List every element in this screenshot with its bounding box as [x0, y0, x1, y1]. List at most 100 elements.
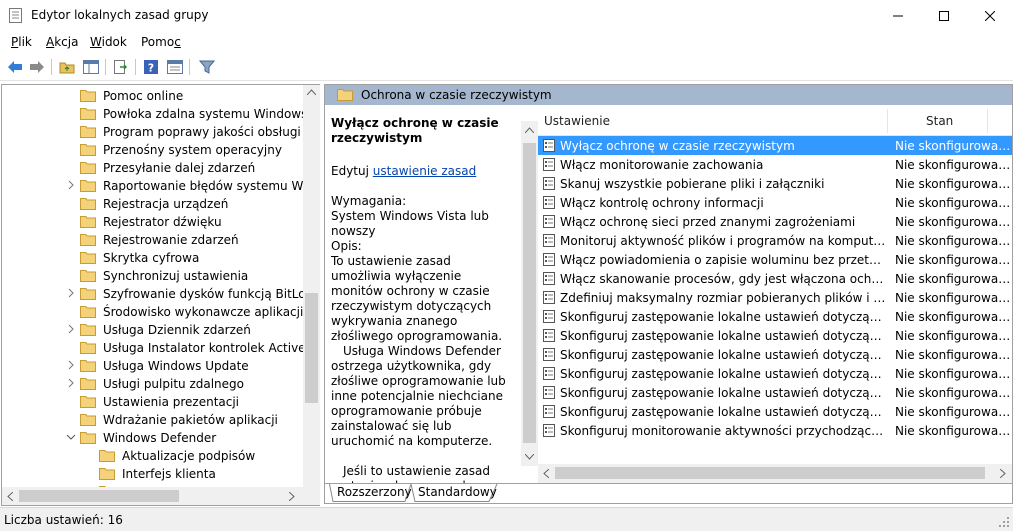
table-row[interactable]: Wyłącz ochronę w czasie rzeczywistym Nie … [538, 136, 1012, 155]
description-text: Jeśli to ustawienie zasad zostanie włącz… [331, 464, 490, 483]
tree-hscroll-thumb[interactable] [19, 490, 179, 502]
tree-horizontal-scrollbar[interactable] [2, 487, 320, 505]
table-row[interactable]: Skonfiguruj zastępowanie lokalne ustawie… [538, 345, 1012, 364]
tree-item[interactable]: Przesyłanie dalej zdarzeń [2, 159, 302, 177]
properties-button[interactable] [165, 57, 185, 77]
table-row[interactable]: Skonfiguruj zastępowanie lokalne ustawie… [538, 307, 1012, 326]
scroll-right-icon[interactable] [1000, 469, 1006, 478]
scroll-left-icon[interactable] [543, 469, 549, 478]
minimize-button[interactable] [875, 0, 921, 31]
tree-item[interactable]: Rejestracja urządzeń [2, 195, 302, 213]
tree-item[interactable]: Wdrażanie pakietów aplikacji [2, 411, 302, 429]
scroll-up-icon[interactable] [307, 89, 316, 95]
table-row[interactable]: Skonfiguruj zastępowanie lokalne ustawie… [538, 326, 1012, 345]
menu-action[interactable]: Akcja [46, 35, 78, 49]
tree-item[interactable]: Środowisko wykonawcze aplikacji [2, 303, 303, 321]
setting-name: Włącz ochronę sieci przed znanymi zagroż… [560, 215, 856, 229]
table-row[interactable]: Skonfiguruj zastępowanie lokalne ustawie… [538, 364, 1012, 383]
table-row[interactable]: Skanuj wszystkie pobierane pliki i załąc… [538, 174, 1012, 193]
menu-file[interactable]: Plik [11, 35, 32, 49]
tree-item[interactable]: Skrytka cyfrowa [2, 249, 302, 267]
table-row[interactable]: Zdefiniuj maksymalny rozmiar pobieranych… [538, 288, 1012, 307]
tree-item[interactable]: Przenośny system operacyjny [2, 141, 302, 159]
forward-button[interactable] [27, 57, 47, 77]
policy-setting-icon [543, 329, 555, 342]
policy-setting-icon [543, 367, 555, 380]
tree-item[interactable]: Program poprawy jakości obsługi klientów [2, 123, 320, 141]
resize-grip-icon[interactable] [998, 516, 1010, 528]
chevron-right-icon[interactable] [66, 378, 76, 388]
tree-item[interactable]: Usługa Windows Update [2, 357, 302, 375]
chevron-right-icon[interactable] [66, 180, 76, 190]
tree-item[interactable]: Pomoc online [2, 87, 302, 105]
table-row[interactable]: Skonfiguruj monitorowanie aktywności prz… [538, 421, 1012, 440]
column-header-setting[interactable]: Ustawienie [544, 114, 610, 128]
tree-item[interactable]: Powłoka zdalna systemu Windows [2, 105, 307, 123]
tree-item[interactable]: Raportowanie błędów systemu Windows [2, 177, 320, 195]
tree-item[interactable]: Windows Defender [2, 429, 302, 447]
tree-item[interactable]: Synchronizuj ustawienia [2, 267, 302, 285]
filter-button[interactable] [197, 57, 217, 77]
tree-item[interactable]: Szyfrowanie dysków funkcją BitLocker [2, 285, 320, 303]
tree-vertical-scrollbar[interactable] [303, 85, 320, 487]
tree-item[interactable]: Usługi pulpitu zdalnego [2, 375, 302, 393]
tab-extended[interactable]: Rozszerzony [337, 485, 412, 501]
table-row[interactable]: Włącz skanowanie procesów, gdy jest włąc… [538, 269, 1012, 288]
tree-item[interactable]: Usługa Dziennik zdarzeń [2, 321, 302, 339]
table-row[interactable]: Skonfiguruj zastępowanie lokalne ustawie… [538, 383, 1012, 402]
tab-standard[interactable]: Standardowy [418, 485, 497, 501]
folder-icon [80, 306, 96, 318]
scroll-down-icon[interactable] [525, 454, 534, 460]
column-header-state[interactable]: Stan [926, 114, 953, 128]
description-scrollbar[interactable] [521, 121, 538, 466]
folder-icon [80, 144, 96, 156]
tree-item-label: Przenośny system operacyjny [103, 143, 282, 157]
maximize-button[interactable] [921, 0, 967, 31]
tree-item[interactable]: Rejestrowanie zdarzeń [2, 231, 302, 249]
scroll-right-icon[interactable] [289, 492, 295, 501]
setting-name: Skanuj wszystkie pobierane pliki i załąc… [560, 177, 825, 191]
tree-item[interactable]: Usługa Instalator kontrolek ActiveX [2, 339, 314, 357]
tree-item[interactable]: Rejestrator dźwięku [2, 213, 302, 231]
tree-item-label: Usługa Dziennik zdarzeń [103, 323, 251, 337]
column-divider[interactable] [887, 109, 888, 133]
setting-state: Nie skonfigurowane [895, 272, 1012, 286]
table-row[interactable]: Włącz monitorowanie zachowania Nie skonfi… [538, 155, 1012, 174]
export-icon [114, 60, 128, 74]
setting-state: Nie skonfigurowane [895, 386, 1012, 400]
export-list-button[interactable] [111, 57, 131, 77]
menu-help[interactable]: Pomoc [141, 35, 181, 49]
table-row[interactable]: Skonfiguruj zastępowanie lokalne ustawie… [538, 402, 1012, 421]
up-level-button[interactable] [57, 57, 77, 77]
tree-item[interactable]: Interfejs klienta [2, 465, 302, 483]
close-button[interactable] [967, 0, 1013, 31]
folder-icon [80, 378, 96, 390]
back-button[interactable] [5, 57, 25, 77]
folder-icon [80, 198, 96, 210]
chevron-right-icon[interactable] [66, 288, 76, 298]
chevron-right-icon[interactable] [66, 360, 76, 370]
list-hscroll-thumb[interactable] [555, 467, 985, 479]
setting-name: Skonfiguruj zastępowanie lokalne ustawie… [560, 386, 888, 400]
description-scroll-thumb[interactable] [523, 143, 536, 443]
tree-item[interactable]: Aktualizacje podpisów [2, 447, 302, 465]
table-row[interactable]: Włącz kontrolę ochrony informacji Nie sko… [538, 193, 1012, 212]
policy-setting-icon [543, 253, 555, 266]
tree-vscroll-thumb[interactable] [305, 293, 318, 403]
table-row[interactable]: Włącz ochronę sieci przed znanymi zagroż… [538, 212, 1012, 231]
table-row[interactable]: Monitoruj aktywność plików i programów n… [538, 231, 1012, 250]
help-button[interactable]: ? [141, 57, 161, 77]
scroll-up-icon[interactable] [525, 127, 534, 133]
show-hide-tree-button[interactable] [81, 57, 101, 77]
menu-view[interactable]: Widok [90, 35, 127, 49]
chevron-right-icon[interactable] [66, 324, 76, 334]
table-row[interactable]: Włącz powiadomienia o zapisie woluminu b… [538, 250, 1012, 269]
scroll-left-icon[interactable] [7, 492, 13, 501]
menu-bar: Plik Akcja Widok Pomoc [0, 31, 1013, 52]
tree-item[interactable]: Ustawienia prezentacji [2, 393, 302, 411]
folder-icon [80, 90, 96, 102]
chevron-down-icon[interactable] [66, 432, 76, 442]
column-divider[interactable] [987, 109, 988, 133]
edit-policy-link[interactable]: ustawienie zasad [373, 164, 476, 178]
list-horizontal-scrollbar[interactable] [538, 464, 1012, 483]
